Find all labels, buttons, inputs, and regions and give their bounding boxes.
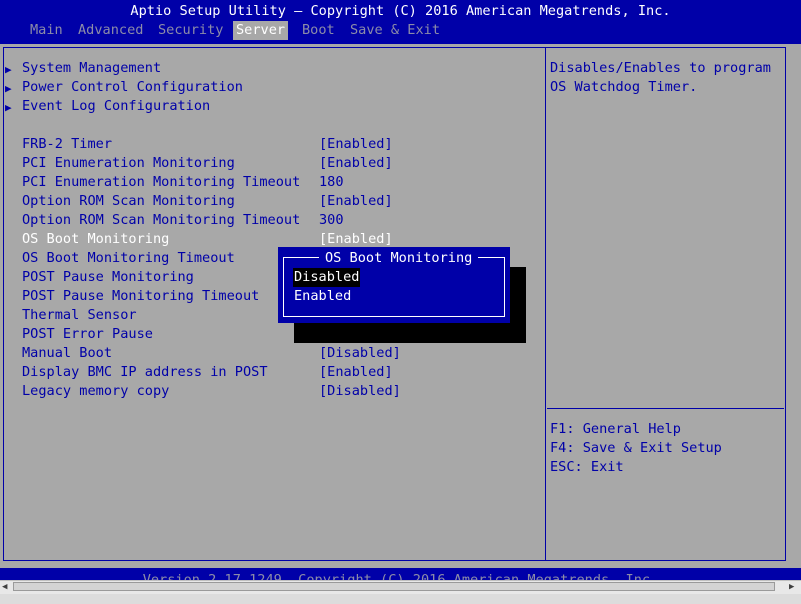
submenu-arrow-icon: ▶ [5,63,12,76]
submenu-arrow-icon: ▶ [5,82,12,95]
setting-os-boot-monitoring[interactable]: OS Boot Monitoring [22,230,169,249]
scroll-right-arrow-icon[interactable]: ▶ [789,582,794,592]
setting-pci-enumeration-monitoring[interactable]: PCI Enumeration Monitoring [22,154,235,173]
setting-option-rom-scan-monitoring[interactable]: Option ROM Scan Monitoring [22,192,235,211]
setting-manual-boot[interactable]: Manual Boot [22,344,112,363]
tab-advanced[interactable]: Advanced [75,21,146,40]
footer-bar: Version 2.17.1249. Copyright (C) 2016 Am… [0,568,801,580]
setting-value[interactable]: [Disabled] [319,382,401,401]
footer-version: Version 2.17.1249. Copyright (C) 2016 Am… [142,572,659,580]
setting-value[interactable]: [Enabled] [319,192,393,211]
help-description: Disables/Enables to program [550,60,771,76]
submenu-arrow-icon: ▶ [5,101,12,114]
setting-post-pause-monitoring-timeout[interactable]: POST Pause Monitoring Timeout [22,287,259,306]
scroll-left-arrow-icon[interactable]: ◀ [2,582,7,592]
setting-value[interactable]: [Disabled] [319,344,401,363]
setting-post-error-pause[interactable]: POST Error Pause [22,325,153,344]
setting-thermal-sensor[interactable]: Thermal Sensor [22,306,137,325]
setting-value[interactable]: [Enabled] [319,154,393,173]
setting-frb2-timer[interactable]: FRB-2 Timer [22,135,112,154]
setting-pci-enumeration-timeout[interactable]: PCI Enumeration Monitoring Timeout [22,173,300,192]
utility-title: Aptio Setup Utility – Copyright (C) 2016… [130,3,671,19]
tab-server[interactable]: Server [233,21,289,40]
setting-option-rom-scan-timeout[interactable]: Option ROM Scan Monitoring Timeout [22,211,300,230]
help-key-f4: F4: Save & Exit Setup [550,440,722,456]
help-key-f1: F1: General Help [550,421,681,437]
viewer-taskbar [0,594,801,604]
setting-post-pause-monitoring[interactable]: POST Pause Monitoring [22,268,194,287]
tab-save-exit[interactable]: Save & Exit [347,21,443,40]
scrollbar-thumb[interactable] [13,582,775,591]
setting-os-boot-monitoring-timeout[interactable]: OS Boot Monitoring Timeout [22,249,235,268]
help-separator [547,408,784,409]
tab-boot[interactable]: Boot [299,21,338,40]
popup-option-disabled[interactable]: Disabled [293,268,361,287]
tab-security[interactable]: Security [155,21,226,40]
submenu-power-control-configuration[interactable]: Power Control Configuration [22,78,243,97]
setting-legacy-memory-copy[interactable]: Legacy memory copy [22,382,169,401]
popup-option-enabled[interactable]: Enabled [293,287,352,306]
submenu-event-log-configuration[interactable]: Event Log Configuration [22,97,210,116]
setting-value[interactable]: [Enabled] [319,363,393,382]
help-description: OS Watchdog Timer. [550,79,698,95]
popup-title: OS Boot Monitoring [319,249,479,268]
panel-divider [545,47,546,561]
submenu-system-management[interactable]: System Management [22,59,161,78]
setting-value[interactable]: 300 [319,211,344,230]
help-key-esc: ESC: Exit [550,459,624,475]
tab-main[interactable]: Main [27,21,66,40]
setting-display-bmc-ip[interactable]: Display BMC IP address in POST [22,363,268,382]
setting-value[interactable]: [Enabled] [319,135,393,154]
setting-value[interactable]: 180 [319,173,344,192]
